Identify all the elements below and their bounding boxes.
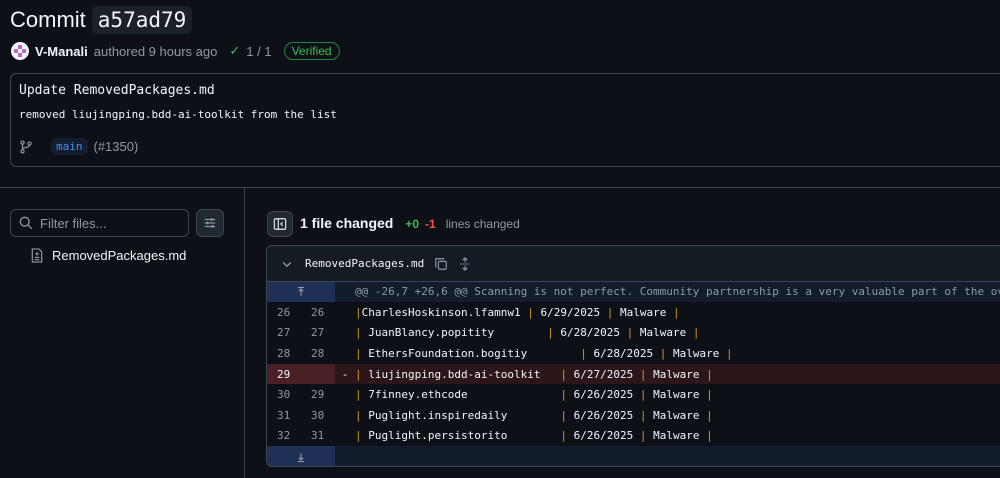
unfold-icon[interactable]	[458, 256, 472, 271]
diff-line-code: | liujingping.bdd-ai-toolkit | 6/27/2025…	[355, 367, 713, 381]
new-line-number[interactable]: 31	[301, 426, 335, 447]
file-diff-icon	[31, 248, 43, 263]
diff-line[interactable]: 32 31 | Puglight.persistorito | 6/26/2025 …	[267, 426, 1000, 447]
check-icon[interactable]: ✓	[229, 43, 240, 59]
expand-down-icon	[298, 453, 304, 463]
commit-message-body: removed liujingping.bdd-ai-toolkit from …	[19, 108, 337, 121]
sliders-icon	[204, 218, 216, 228]
expand-up-icon	[298, 286, 304, 296]
commit-message-box: Update RemovedPackages.md removed liujin…	[10, 73, 1000, 167]
diff-line-code: | EthersFoundation.bogitiy | 6/28/2025 |…	[355, 346, 733, 360]
old-line-number[interactable]: 31	[267, 405, 301, 426]
diff-line[interactable]: 27 27 | JuanBlancy.popitity | 6/28/2025 | …	[267, 323, 1000, 344]
file-diff: RemovedPackages.md @@ -26,7 +26,6 @@ Sca…	[266, 245, 1000, 467]
new-line-number[interactable]	[301, 363, 335, 385]
git-branch-icon	[20, 139, 32, 154]
sidebar-toggle-button[interactable]	[267, 211, 293, 237]
commit-sha[interactable]: a57ad79	[91, 6, 193, 34]
additions-count: +0	[405, 217, 420, 231]
old-line-number[interactable]: 30	[267, 384, 301, 405]
hunk-header: @@ -26,7 +26,6 @@ Scanning is not perfec…	[267, 282, 1000, 302]
expand-up-button[interactable]	[267, 282, 335, 302]
diff-line[interactable]: 31 30 | Puglight.inspiredaily | 6/26/2025 …	[267, 405, 1000, 426]
hunk-footer	[267, 446, 1000, 466]
diff-line[interactable]: 28 28 | EthersFoundation.bogitiy | 6/28/20…	[267, 343, 1000, 364]
avatar-image-icon	[14, 45, 26, 57]
new-line-number[interactable]: 30	[301, 405, 335, 426]
commit-title-prefix: Commit	[10, 7, 86, 32]
checks-count[interactable]: 1 / 1	[246, 44, 271, 59]
chevron-down-icon[interactable]	[281, 258, 293, 270]
diff-line-deleted[interactable]: 29 - | liujingping.bdd-ai-toolkit | 6/27/2…	[267, 363, 1000, 385]
divider	[0, 187, 1000, 188]
diff-line-code: |CharlesHoskinson.lfamnw1 | 6/29/2025 | …	[355, 305, 680, 319]
copy-icon[interactable]	[434, 257, 448, 271]
diff-line-code: | 7finney.ethcode | 6/26/2025 | Malware …	[355, 388, 713, 402]
author-link[interactable]: V-Manali	[35, 44, 88, 59]
commit-byline: V-Manali authored 9 hours ago ✓ 1 / 1 Ve…	[11, 42, 340, 60]
expand-down-button[interactable]	[267, 446, 335, 466]
new-line-number[interactable]: 26	[301, 302, 335, 323]
diff-line-code: | JuanBlancy.popitity | 6/28/2025 | Malw…	[355, 326, 700, 340]
old-line-number[interactable]: 29	[267, 363, 301, 385]
pr-link[interactable]: (#1350)	[94, 139, 139, 154]
new-line-number[interactable]: 28	[301, 343, 335, 364]
old-line-number[interactable]: 28	[267, 343, 301, 364]
filter-settings-button[interactable]	[196, 209, 224, 237]
files-changed-count: 1 file changed	[300, 215, 394, 231]
sidebar-divider	[244, 188, 245, 478]
diff-line[interactable]: 26 26 |CharlesHoskinson.lfamnw1 | 6/29/202…	[267, 302, 1000, 323]
file-diff-header: RemovedPackages.md	[267, 246, 1000, 282]
page-title: Commit a57ad79	[10, 6, 193, 34]
hunk-header-text: @@ -26,7 +26,6 @@ Scanning is not perfec…	[355, 285, 1000, 298]
diff-line[interactable]: 30 29 | 7finney.ethcode | 6/26/2025 | Malw…	[267, 384, 1000, 405]
deletions-count: -1	[425, 217, 436, 231]
file-tree-item-label: RemovedPackages.md	[52, 248, 187, 263]
diff-marker: -	[341, 367, 349, 381]
new-line-number[interactable]: 27	[301, 323, 335, 344]
avatar[interactable]	[11, 42, 29, 60]
search-icon	[19, 216, 33, 230]
branch-link[interactable]: main	[51, 138, 88, 155]
file-diff-name[interactable]: RemovedPackages.md	[305, 257, 424, 270]
diff-summary: 1 file changed +0 -1 lines changed	[300, 215, 520, 231]
sidebar-toggle-icon	[273, 218, 287, 230]
filter-files-field[interactable]	[10, 209, 189, 237]
authored-time: authored 9 hours ago	[93, 43, 218, 59]
diff-line-code: | Puglight.persistorito | 6/26/2025 | Ma…	[355, 429, 713, 443]
new-line-number[interactable]: 29	[301, 384, 335, 405]
old-line-number[interactable]: 32	[267, 426, 301, 447]
file-tree-item[interactable]: RemovedPackages.md	[30, 248, 186, 263]
commit-message-title: Update RemovedPackages.md	[19, 83, 215, 98]
old-line-number[interactable]: 27	[267, 323, 301, 344]
branch-row: main (#1350)	[19, 138, 138, 155]
lines-changed-label: lines changed	[445, 217, 520, 231]
old-line-number[interactable]: 26	[267, 302, 301, 323]
diff-line-code: | Puglight.inspiredaily | 6/26/2025 | Ma…	[355, 408, 713, 422]
diff-lines: 26 26 |CharlesHoskinson.lfamnw1 | 6/29/202…	[267, 302, 1000, 446]
filter-files-input[interactable]	[40, 215, 180, 231]
verified-badge[interactable]: Verified	[283, 42, 340, 60]
